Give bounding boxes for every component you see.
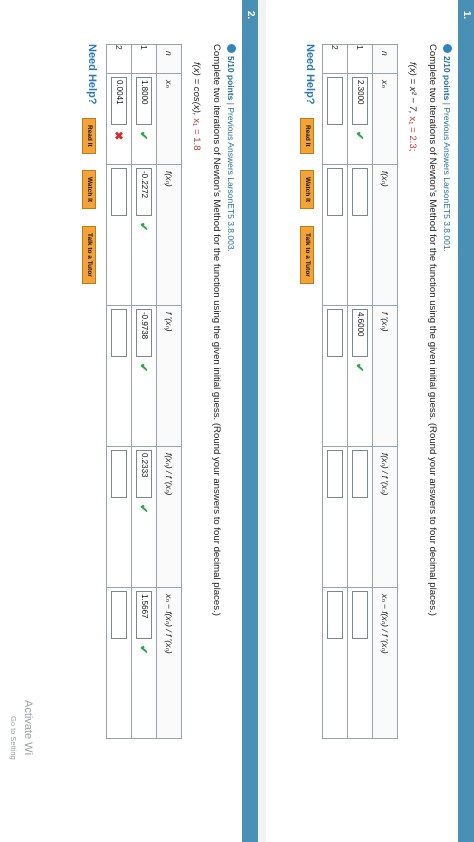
- xn-input[interactable]: 0.0041: [111, 77, 127, 125]
- points-line: 5/10 points | Previous Answers LarsonET5…: [226, 44, 236, 252]
- read-it-button[interactable]: Read It: [300, 118, 314, 154]
- table-header-row: n xₙ f(xₙ) f ′(xₙ) f(xₙ) / f ′(xₙ) xₙ − …: [156, 44, 182, 739]
- row-index: 2: [322, 44, 348, 74]
- check-icon: ✔: [137, 131, 150, 141]
- function-expression: f(x) = x² − 7,: [407, 62, 418, 114]
- watch-it-button[interactable]: Watch It: [82, 170, 96, 210]
- check-icon: ✔: [353, 131, 366, 141]
- need-help-label: Need Help?: [304, 44, 316, 105]
- check-icon: ✔: [137, 222, 150, 232]
- question-number: 1.: [461, 10, 472, 20]
- activation-watermark-sub: Go to Setting: [9, 716, 18, 760]
- newton-table: n xₙ f(xₙ) f ′(xₙ) f(xₙ) / f ′(xₙ) xₙ − …: [106, 44, 182, 739]
- page: 1. 2/10 points | Previous Answers Larson…: [0, 0, 474, 842]
- ratio-input[interactable]: 0.2333: [136, 450, 152, 498]
- column-header: n: [156, 44, 182, 74]
- talk-to-tutor-button[interactable]: Talk to a Tutor: [82, 226, 96, 284]
- question-1-header: 1.: [458, 0, 474, 842]
- dfxn-input[interactable]: [111, 309, 127, 357]
- next-x-input[interactable]: 1.5667: [136, 591, 152, 639]
- check-icon: ✔: [137, 504, 150, 514]
- column-header: f(xₙ) / f ′(xₙ): [156, 446, 182, 588]
- row-index: 1: [131, 44, 157, 74]
- points-value: 2/10 points: [442, 56, 452, 101]
- column-header: xₙ: [372, 73, 398, 165]
- ratio-input[interactable]: [111, 450, 127, 498]
- status-dot-icon: [443, 44, 452, 53]
- column-header: xₙ − f(xₙ) / f ′(xₙ): [372, 587, 398, 739]
- talk-to-tutor-button[interactable]: Talk to a Tutor: [300, 226, 314, 284]
- xn-input[interactable]: 1.8000: [136, 77, 152, 125]
- need-help-label: Need Help?: [86, 44, 98, 105]
- source-ref[interactable]: | Previous Answers LarsonET5 3.8.003.: [226, 100, 236, 252]
- question-prompt: Complete two iterations of Newton's Meth…: [427, 44, 438, 616]
- fxn-input[interactable]: [352, 168, 368, 216]
- column-header: xₙ: [156, 73, 182, 165]
- table-row: 2: [322, 44, 348, 739]
- column-header: n: [372, 44, 398, 74]
- fxn-input[interactable]: [327, 168, 343, 216]
- activation-watermark: Activate Wi: [22, 700, 34, 756]
- read-it-button[interactable]: Read It: [82, 118, 96, 154]
- function-expression: f(x) = cos(x),: [191, 62, 202, 116]
- points-value: 5/10 points: [226, 56, 236, 101]
- next-x-input[interactable]: [352, 591, 368, 639]
- xn-input[interactable]: 2.3000: [352, 77, 368, 125]
- initial-guess: x₁ = 2.3;: [407, 116, 418, 152]
- cross-icon: ✖: [112, 131, 125, 141]
- table-row: 1 1.8000 ✔ -0.2272 ✔ -0.9738 ✔ 0.2333 ✔ 1.56…: [131, 44, 157, 739]
- next-x-input[interactable]: [111, 591, 127, 639]
- dfxn-input[interactable]: 4.6000: [352, 309, 368, 357]
- column-header: f ′(xₙ): [372, 305, 398, 447]
- next-x-input[interactable]: [327, 591, 343, 639]
- question-2-header: 2.: [242, 0, 258, 842]
- question-prompt: Complete two iterations of Newton's Meth…: [211, 44, 222, 616]
- table-header-row: n xₙ f(xₙ) f ′(xₙ) f(xₙ) / f ′(xₙ) xₙ − …: [372, 44, 398, 739]
- row-index: 2: [106, 44, 132, 74]
- table-row: 2 0.0041 ✖: [106, 44, 132, 739]
- column-header: f(xₙ): [156, 164, 182, 306]
- check-icon: ✔: [353, 363, 366, 373]
- xn-input[interactable]: [327, 77, 343, 125]
- question-2: 2. 5/10 points | Previous Answers Larson…: [0, 0, 258, 842]
- row-index: 1: [347, 44, 373, 74]
- newton-table: n xₙ f(xₙ) f ′(xₙ) f(xₙ) / f ′(xₙ) xₙ − …: [322, 44, 398, 739]
- dfxn-input[interactable]: [327, 309, 343, 357]
- ratio-input[interactable]: [327, 450, 343, 498]
- status-dot-icon: [227, 44, 236, 53]
- ratio-input[interactable]: [352, 450, 368, 498]
- column-header: f(xₙ): [372, 164, 398, 306]
- column-header: xₙ − f(xₙ) / f ′(xₙ): [156, 587, 182, 739]
- watch-it-button[interactable]: Watch It: [300, 170, 314, 210]
- check-icon: ✔: [137, 363, 150, 373]
- points-line: 2/10 points | Previous Answers LarsonET5…: [442, 44, 452, 252]
- initial-guess: x₁ = 1.8: [191, 118, 202, 151]
- column-header: f ′(xₙ): [156, 305, 182, 447]
- source-ref[interactable]: | Previous Answers LarsonET5 3.8.001.: [442, 100, 452, 252]
- fxn-input[interactable]: [111, 168, 127, 216]
- check-icon: ✔: [137, 645, 150, 655]
- function-definition: f(x) = x² − 7, x₁ = 2.3;: [407, 62, 418, 151]
- question-number: 2.: [245, 10, 256, 20]
- column-header: f(xₙ) / f ′(xₙ): [372, 446, 398, 588]
- dfxn-input[interactable]: -0.9738: [136, 309, 152, 357]
- function-definition: f(x) = cos(x), x₁ = 1.8: [191, 62, 202, 151]
- table-row: 1 2.3000 ✔ 4.6000 ✔: [347, 44, 373, 739]
- question-1: 1. 2/10 points | Previous Answers Larson…: [266, 0, 474, 842]
- fxn-input[interactable]: -0.2272: [136, 168, 152, 216]
